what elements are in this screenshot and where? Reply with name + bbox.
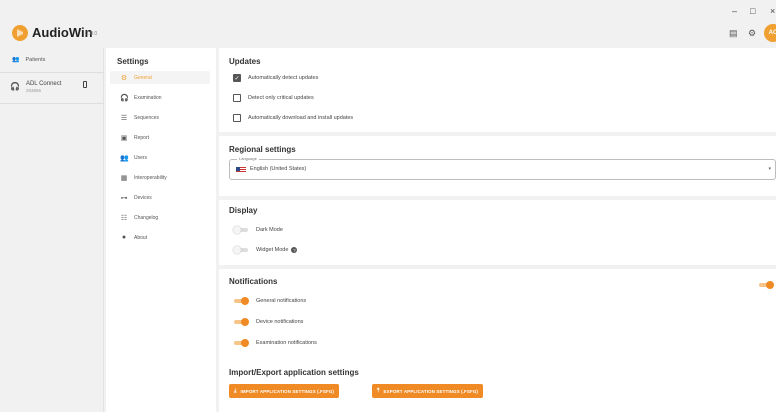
dark-mode-toggle-row[interactable]: Dark Mode: [233, 226, 283, 234]
close-button[interactable]: ×: [770, 6, 775, 16]
button-label: EXPORT APPLICATION SETTINGS (.FSFG): [383, 388, 479, 394]
maximize-button[interactable]: □: [750, 6, 755, 16]
general-notifications-row[interactable]: General notifications: [233, 297, 306, 305]
nav-item-about[interactable]: ● About: [110, 231, 210, 244]
device-notifications-toggle[interactable]: [233, 318, 249, 326]
upload-icon: ⤒: [377, 387, 380, 394]
section-title: Updates: [229, 57, 261, 66]
chevron-down-icon: ▾: [768, 166, 771, 172]
nav-label: General: [134, 74, 152, 81]
patients-icon: 👥: [12, 57, 20, 63]
report-icon: ▣: [120, 134, 128, 142]
import-export-section: Import/Export application settings ⤓ IMP…: [219, 361, 776, 412]
settings-title: Settings: [117, 57, 149, 66]
avatar[interactable]: AC: [764, 24, 776, 42]
minimize-button[interactable]: –: [732, 6, 737, 16]
checkbox-label: Detect only critical updates: [248, 95, 314, 101]
device-notifications-row[interactable]: Device notifications: [233, 318, 303, 326]
sidebar: 👥 Patients 🎧 ADL Connect 253555: [0, 48, 104, 412]
toggle-label: Examination notifications: [256, 340, 317, 346]
device-icon: ⊶: [120, 194, 128, 202]
app-logo-icon: [12, 25, 28, 41]
layout-icon[interactable]: ▤: [729, 28, 738, 39]
list-icon: ☰: [120, 114, 128, 122]
nav-label: Users: [134, 154, 148, 161]
battery-icon: [83, 81, 87, 88]
checkbox-critical-only[interactable]: Detect only critical updates: [233, 94, 314, 102]
info-icon: ●: [121, 234, 127, 241]
checkbox[interactable]: ✓: [233, 74, 241, 82]
language-legend: Language: [237, 156, 259, 161]
nav-item-general[interactable]: ⚙ General: [110, 71, 210, 84]
settings-content: Updates ✓ Automatically detect updates D…: [219, 48, 776, 412]
title-bar: AudioWin 1.0.0 – □ × ▤ ⚙ AC: [0, 0, 776, 48]
nav-item-report[interactable]: ▣ Report: [110, 131, 210, 144]
nav-label: Report: [134, 134, 150, 141]
device-name: ADL Connect: [25, 81, 62, 87]
nav-item-sequences[interactable]: ☰ Sequences: [110, 111, 210, 124]
section-title: Import/Export application settings: [229, 368, 359, 377]
settings-nav: Settings ⚙ General 🎧 Examination ☰ Seque…: [106, 48, 216, 412]
us-flag-icon: [236, 167, 246, 173]
nav-item-changelog[interactable]: ☷ Changelog: [110, 211, 210, 224]
nav-label: About: [134, 234, 148, 241]
language-value: English (United States): [250, 166, 307, 172]
changelog-icon: ☷: [120, 214, 128, 222]
checkbox-label: Automatically download and install updat…: [248, 115, 354, 121]
nav-item-interoperability[interactable]: ▦ Interoperability: [110, 171, 210, 184]
headphones-icon: 🎧: [10, 82, 20, 91]
widget-mode-toggle-row[interactable]: Widget Mode ?: [233, 246, 298, 254]
nav-label: Devices: [134, 194, 152, 201]
section-title: Notifications: [229, 277, 278, 286]
toggle-label: Device notifications: [256, 319, 304, 325]
examination-notifications-toggle[interactable]: [233, 339, 249, 347]
nav-label: Examination: [134, 94, 162, 101]
gear-icon: ⚙: [120, 74, 128, 82]
sidebar-item-patients[interactable]: 👥 Patients: [12, 56, 116, 63]
regional-section: Regional settings Language English (Unit…: [219, 136, 776, 196]
divider: [0, 103, 104, 104]
help-icon[interactable]: ?: [291, 247, 298, 253]
download-icon: ⤓: [234, 387, 237, 394]
sidebar-item-device[interactable]: 🎧 ADL Connect 253555: [10, 81, 114, 93]
toggle-label: General notifications: [256, 298, 307, 304]
users-icon: 👥: [120, 154, 129, 162]
device-id: 253555: [25, 88, 41, 93]
headphones-icon: 🎧: [120, 94, 129, 102]
button-label: IMPORT APPLICATION SETTINGS (.FSFG): [240, 388, 335, 394]
display-section: Display Dark Mode Widget Mode ?: [219, 200, 776, 265]
checkbox[interactable]: [233, 114, 241, 122]
checkbox-auto-install[interactable]: Automatically download and install updat…: [233, 114, 353, 122]
nav-item-examination[interactable]: 🎧 Examination: [110, 91, 210, 104]
toggle-label: Dark Mode: [256, 227, 283, 233]
nav-label: Changelog: [134, 214, 159, 221]
gear-icon[interactable]: ⚙: [748, 28, 756, 39]
app-version: 1.0.0: [86, 31, 98, 37]
nav-item-users[interactable]: 👥 Users: [110, 151, 210, 164]
checkbox-label: Automatically detect updates: [248, 75, 319, 81]
section-title: Display: [229, 206, 258, 215]
language-select[interactable]: Language English (United States) ▾: [229, 156, 776, 180]
sidebar-item-label: Patients: [25, 57, 46, 63]
general-notifications-toggle[interactable]: [233, 297, 249, 305]
updates-section: Updates ✓ Automatically detect updates D…: [219, 48, 776, 132]
notifications-master-toggle[interactable]: [758, 281, 774, 289]
nav-label: Sequences: [134, 114, 160, 121]
section-title: Regional settings: [229, 145, 296, 154]
export-settings-button[interactable]: ⤒ EXPORT APPLICATION SETTINGS (.FSFG): [372, 384, 484, 398]
checkbox-auto-detect[interactable]: ✓ Automatically detect updates: [233, 74, 318, 82]
checkbox[interactable]: [233, 94, 241, 102]
examination-notifications-row[interactable]: Examination notifications: [233, 339, 317, 347]
dark-mode-toggle[interactable]: [233, 226, 249, 234]
import-settings-button[interactable]: ⤓ IMPORT APPLICATION SETTINGS (.FSFG): [229, 384, 340, 398]
nav-label: Interoperability: [134, 174, 167, 181]
divider: [0, 72, 104, 73]
toggle-label: Widget Mode: [256, 247, 289, 253]
server-icon: ▦: [120, 174, 128, 182]
app-name: AudioWin: [32, 25, 93, 40]
nav-item-devices[interactable]: ⊶ Devices: [110, 191, 210, 204]
widget-mode-toggle[interactable]: [233, 246, 249, 254]
